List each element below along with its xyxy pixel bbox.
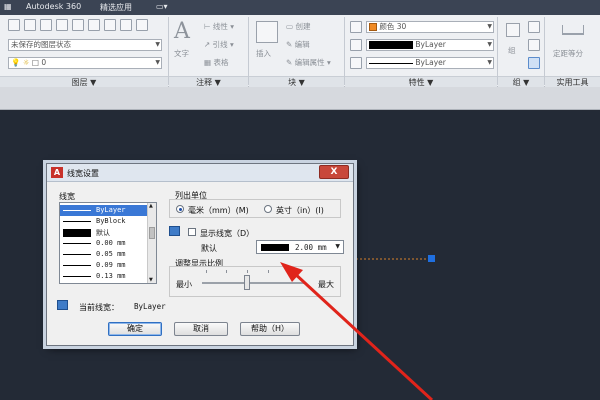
annotation-arrow (280, 262, 434, 400)
